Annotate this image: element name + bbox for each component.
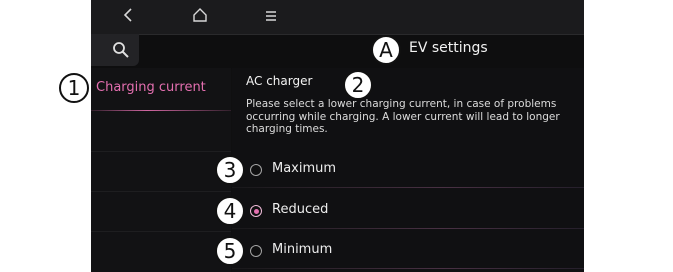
header-bar — [91, 34, 584, 69]
option-maximum[interactable]: Maximum — [232, 152, 584, 188]
back-icon — [123, 8, 132, 22]
callout-4: 4 — [215, 196, 245, 226]
sidebar-divider — [91, 191, 231, 192]
top-nav-bar — [91, 0, 584, 34]
callout-a: A — [371, 35, 401, 65]
ev-settings-screen: EV settings Charging current AC charger … — [91, 0, 584, 272]
option-divider — [232, 268, 584, 269]
search-button[interactable] — [91, 34, 139, 66]
option-minimum[interactable]: Minimum — [232, 233, 584, 269]
menu-icon — [266, 11, 276, 21]
callout-3: 3 — [215, 155, 245, 185]
page-title: EV settings — [409, 40, 488, 56]
callout-2: 2 — [343, 70, 373, 100]
option-label: Maximum — [272, 161, 337, 176]
option-divider — [232, 228, 584, 229]
radio-minimum[interactable] — [250, 245, 262, 257]
option-label: Minimum — [272, 242, 333, 257]
sidebar-divider — [91, 231, 231, 232]
selected-indicator — [91, 110, 231, 111]
home-button[interactable] — [186, 6, 214, 28]
search-icon — [113, 42, 129, 58]
radio-maximum[interactable] — [250, 164, 262, 176]
option-label: Reduced — [272, 202, 329, 217]
option-divider — [232, 187, 584, 188]
sidebar-item-charging-current[interactable]: Charging current — [91, 70, 231, 111]
option-reduced[interactable]: Reduced — [232, 193, 584, 229]
section-description: Please select a lower charging current, … — [246, 98, 560, 135]
callout-5: 5 — [215, 236, 245, 266]
radio-reduced[interactable] — [250, 205, 262, 217]
menu-button[interactable] — [257, 6, 285, 28]
content-panel: AC charger Please select a lower chargin… — [232, 68, 584, 272]
section-title: AC charger — [246, 74, 313, 88]
sidebar-divider — [91, 151, 231, 152]
callout-1: 1 — [59, 73, 89, 103]
back-button[interactable] — [115, 6, 143, 28]
sidebar-item-label: Charging current — [96, 80, 206, 95]
home-icon — [193, 8, 207, 22]
